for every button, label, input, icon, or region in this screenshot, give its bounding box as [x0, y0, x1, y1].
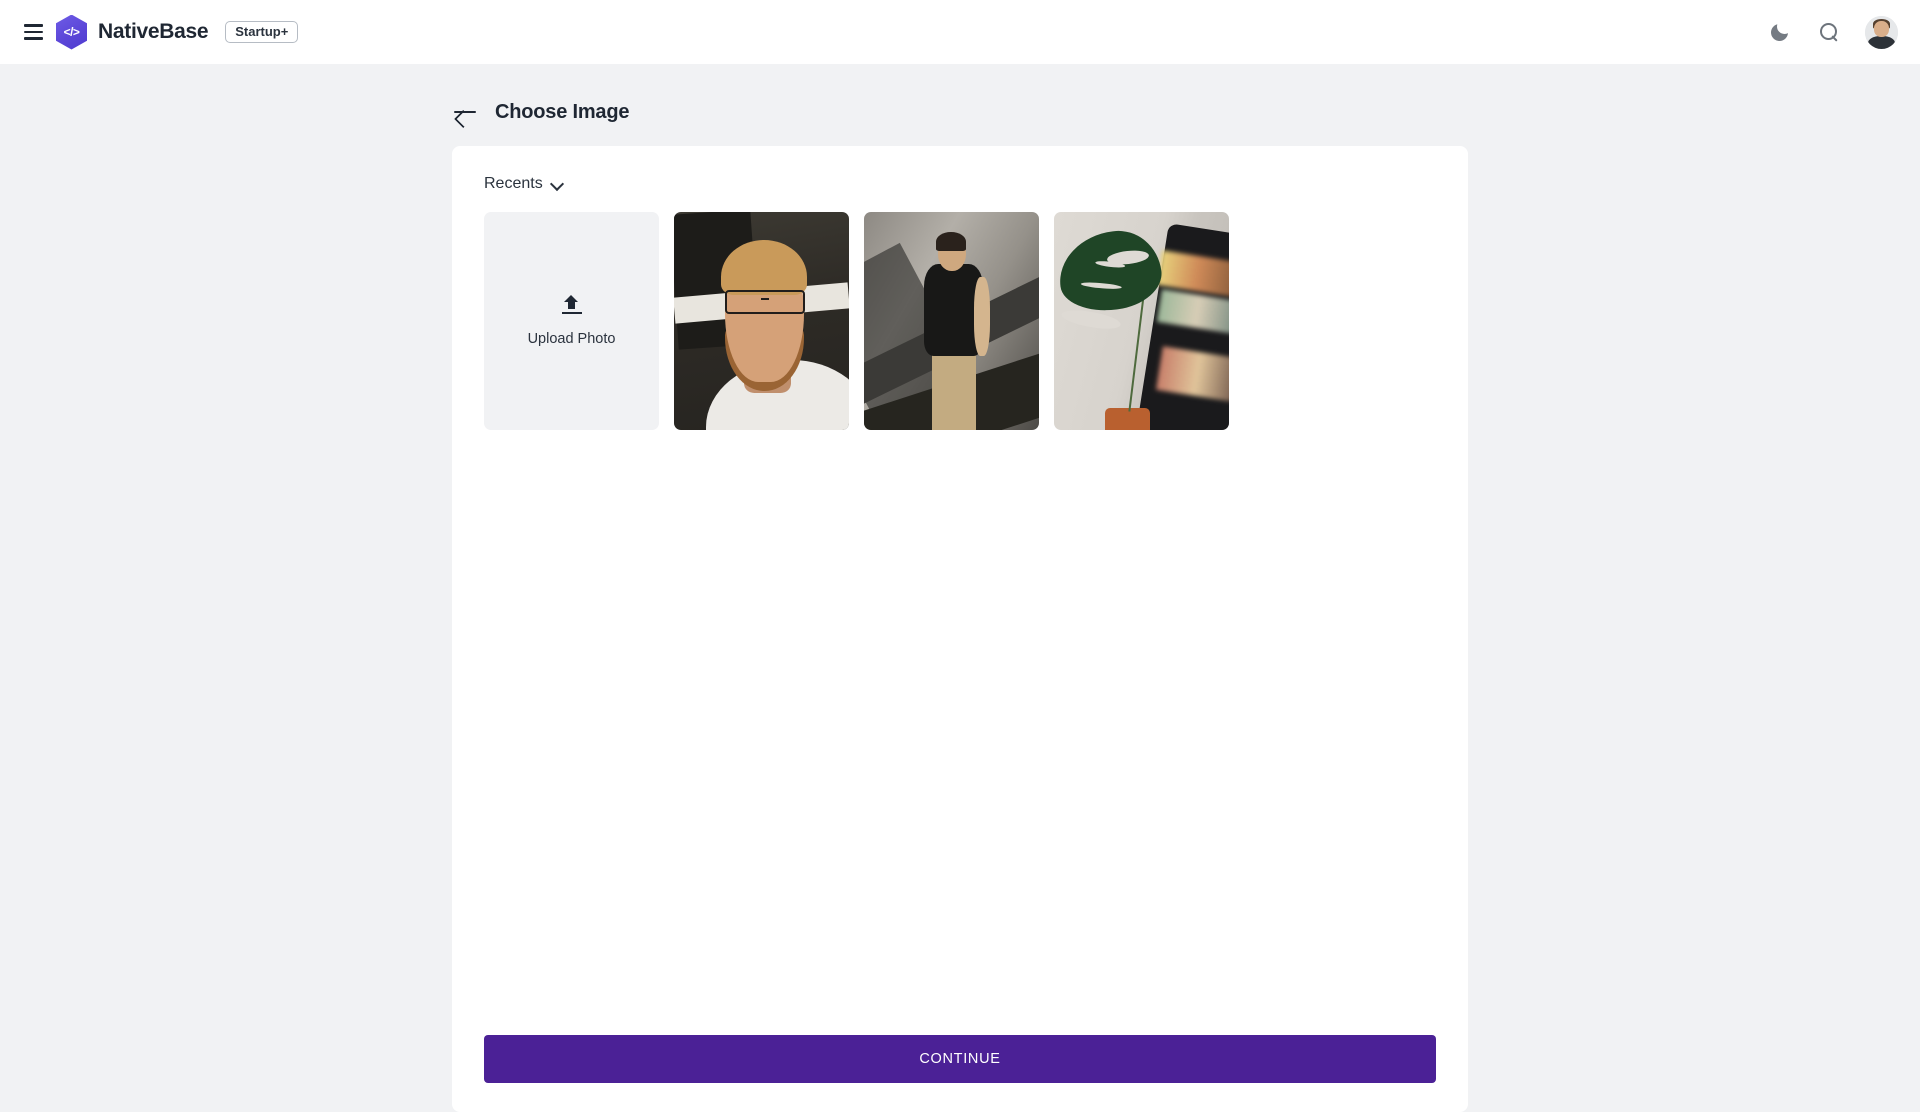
avatar-body — [1868, 35, 1895, 49]
photo-bearded-man — [674, 212, 849, 430]
photo-thumbnail[interactable] — [864, 212, 1039, 430]
photo-man-standing — [864, 212, 1039, 430]
upload-icon — [561, 295, 583, 317]
arrow-left-icon[interactable] — [452, 99, 478, 125]
continue-button[interactable]: CONTINUE — [484, 1035, 1436, 1083]
moon-icon — [1770, 23, 1788, 41]
upload-photo-tile[interactable]: Upload Photo — [484, 212, 659, 430]
page-title: Choose Image — [495, 100, 630, 123]
upload-photo-label: Upload Photo — [527, 331, 616, 347]
brand-name: NativeBase — [98, 20, 209, 43]
app-bar-actions — [1765, 15, 1898, 49]
upload-base-bar — [561, 311, 582, 314]
search-button[interactable] — [1815, 18, 1843, 46]
photo-thumbnail[interactable] — [1054, 212, 1229, 430]
choose-image-card: Recents Upload Photo CONTINUE — [452, 146, 1468, 1112]
nativebase-hexagon-logo: </> — [56, 14, 87, 50]
code-glyph: </> — [63, 25, 80, 39]
upload-arrow-stem — [568, 299, 575, 309]
plan-badge: Startup+ — [225, 21, 299, 43]
hamburger-line — [23, 37, 43, 40]
photo-leaf — [1054, 225, 1166, 316]
avatar-face — [1873, 21, 1890, 37]
photo-thumbnail[interactable] — [674, 212, 849, 430]
photo-glasses — [724, 290, 806, 315]
hamburger-line — [23, 30, 43, 34]
recents-label: Recents — [484, 175, 543, 192]
app-bar: </> NativeBase Startup+ — [0, 0, 1920, 64]
hamburger-line — [23, 24, 43, 27]
page-header: Choose Image — [0, 64, 1920, 125]
recents-dropdown[interactable]: Recents — [484, 175, 563, 193]
avatar[interactable] — [1865, 15, 1898, 49]
hamburger-menu-icon[interactable] — [16, 15, 50, 49]
dark-mode-toggle[interactable] — [1765, 18, 1793, 46]
photo-plant-and-phone — [1054, 212, 1229, 430]
photo-hair — [935, 231, 966, 252]
page-body: Choose Image Recents Upload Photo CONTIN… — [0, 64, 1920, 1112]
brand[interactable]: </> NativeBase Startup+ — [56, 14, 299, 50]
chevron-down-icon — [552, 177, 563, 188]
search-icon — [1819, 22, 1839, 42]
photo-leaf-notch — [1060, 307, 1122, 333]
image-grid: Upload Photo — [484, 212, 1468, 430]
photo-arm — [974, 277, 990, 356]
